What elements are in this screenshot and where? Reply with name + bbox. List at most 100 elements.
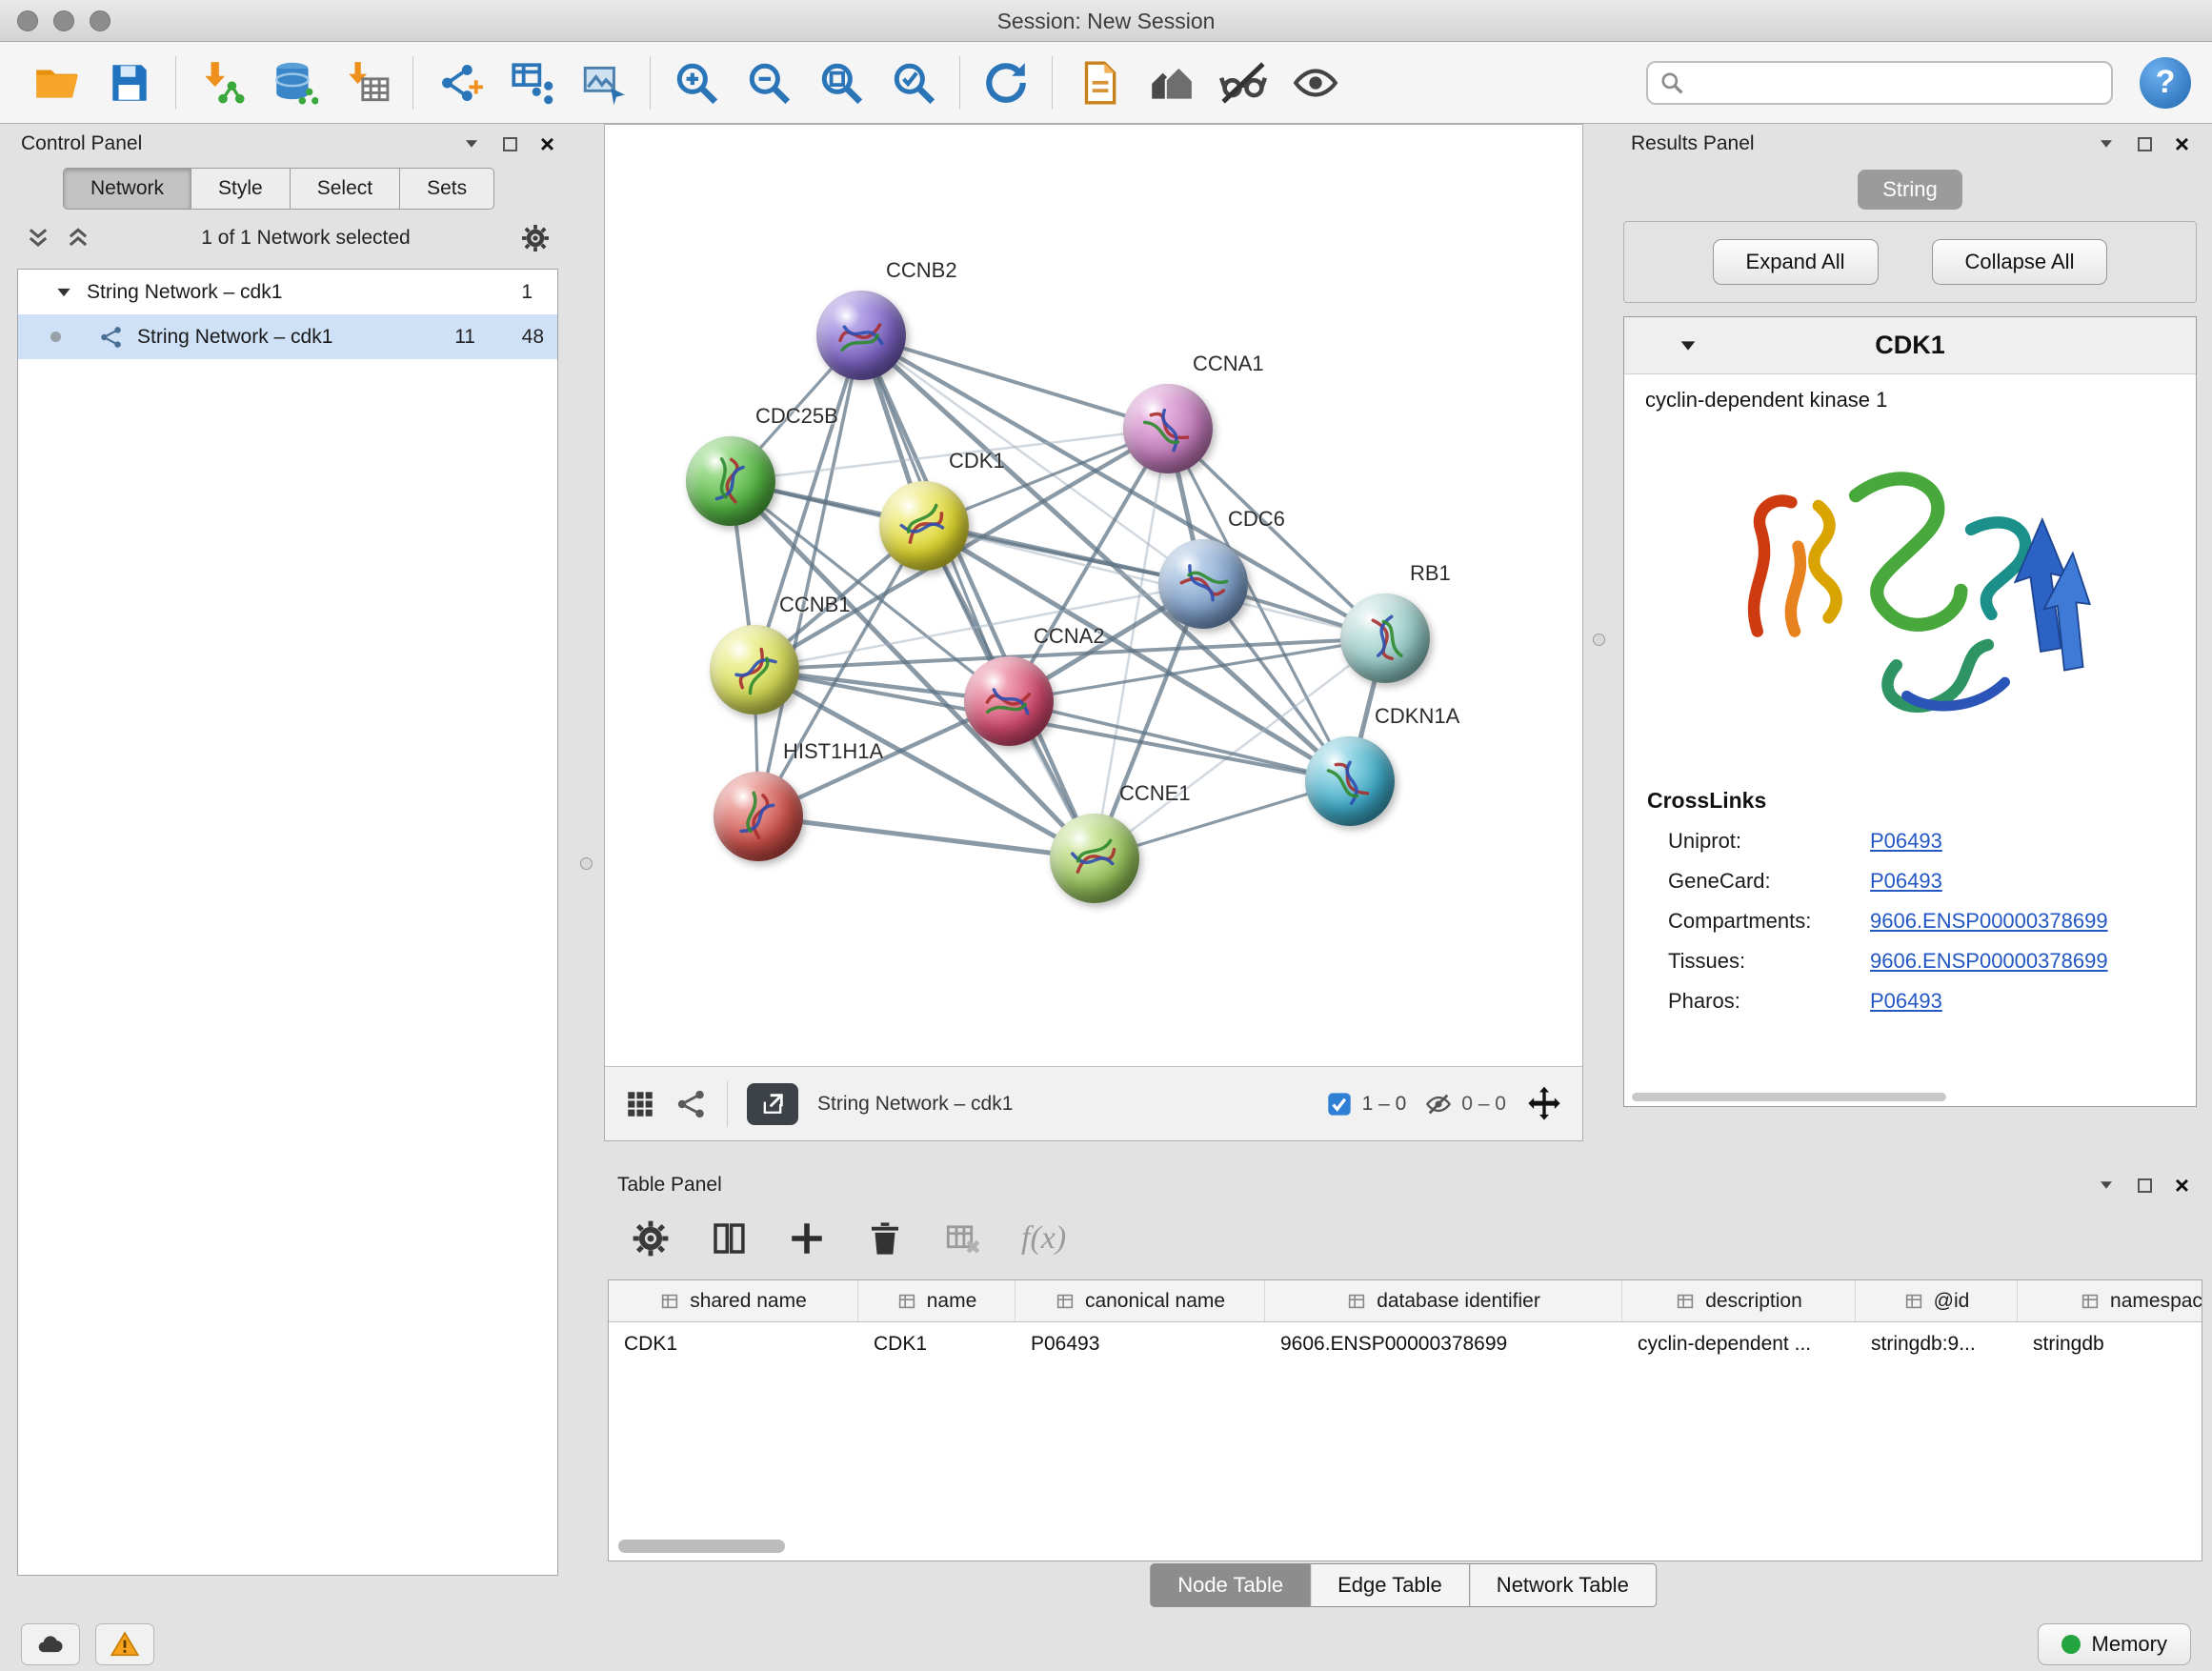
network-edge[interactable]	[924, 526, 1385, 638]
copy-style-button[interactable]	[1062, 50, 1135, 115]
cloud-status-button[interactable]	[21, 1623, 80, 1665]
panel-menu-icon[interactable]	[2098, 1177, 2115, 1194]
column-header-database-identifier[interactable]: database identifier	[1265, 1280, 1622, 1321]
zoom-window-button[interactable]	[90, 10, 111, 31]
network-edge[interactable]	[758, 816, 1095, 858]
crosslink-link[interactable]: 9606.ENSP00000378699	[1870, 909, 2108, 934]
column-header-name[interactable]: name	[858, 1280, 1016, 1321]
tab-node-table[interactable]: Node Table	[1150, 1563, 1311, 1607]
tab-network[interactable]: Network	[64, 169, 191, 209]
network-node-cdk1[interactable]	[879, 481, 969, 571]
hidden-eye-icon[interactable]	[1425, 1091, 1452, 1117]
network-node-hist1h1a[interactable]	[714, 772, 803, 861]
zoom-fit-button[interactable]	[805, 50, 877, 115]
collapse-all-networks-button[interactable]	[25, 225, 51, 252]
tab-string[interactable]: String	[1858, 170, 1961, 210]
birdseye-view-icon[interactable]	[624, 1088, 656, 1120]
column-header-canonical-name[interactable]: canonical name	[1016, 1280, 1265, 1321]
new-view-button[interactable]	[568, 50, 640, 115]
protein-card-header[interactable]: CDK1	[1624, 317, 2196, 374]
tab-network-table[interactable]: Network Table	[1469, 1563, 1657, 1607]
close-panel-icon[interactable]: ×	[540, 131, 554, 156]
expand-all-button[interactable]: Expand All	[1713, 239, 1879, 285]
export-view-button[interactable]	[747, 1083, 798, 1125]
memory-button[interactable]: Memory	[2038, 1623, 2191, 1665]
hidden-counts-group: 0 – 0	[1425, 1091, 1506, 1117]
search-input[interactable]	[1692, 71, 2100, 94]
results-scrollbar[interactable]	[1632, 1093, 1946, 1101]
tab-style[interactable]: Style	[191, 169, 291, 209]
column-header-description[interactable]: description	[1622, 1280, 1856, 1321]
open-session-button[interactable]	[21, 50, 93, 115]
float-panel-icon[interactable]	[2138, 1178, 2152, 1193]
import-table-button[interactable]	[331, 50, 403, 115]
new-network-button[interactable]	[423, 50, 495, 115]
show-elements-button[interactable]	[1279, 50, 1352, 115]
hide-elements-button[interactable]	[1207, 50, 1279, 115]
network-node-rb1[interactable]	[1340, 594, 1430, 683]
network-node-ccna1[interactable]	[1123, 384, 1213, 473]
minimize-window-button[interactable]	[53, 10, 74, 31]
network-node-cdc25b[interactable]	[686, 436, 775, 526]
network-list-toolbar: 1 of 1 Network selected	[8, 211, 568, 265]
crosslink-link[interactable]: P06493	[1870, 989, 1942, 1014]
network-node-ccne1[interactable]	[1050, 814, 1139, 903]
column-header-namespac[interactable]: namespac	[2018, 1280, 2202, 1321]
panel-splitter-handle[interactable]	[1593, 634, 1605, 646]
delete-column-icon[interactable]	[865, 1218, 905, 1258]
table-row[interactable]: CDK1CDK1P064939606.ENSP00000378699cyclin…	[609, 1322, 2202, 1366]
selected-checkbox-icon[interactable]	[1326, 1091, 1353, 1117]
panel-menu-icon[interactable]	[2098, 135, 2115, 152]
panel-splitter-handle[interactable]	[580, 857, 593, 870]
crosslink-link[interactable]: P06493	[1870, 829, 1942, 854]
close-panel-icon[interactable]: ×	[2175, 131, 2189, 156]
network-node-ccna2[interactable]	[964, 656, 1054, 746]
close-panel-icon[interactable]: ×	[2175, 1173, 2189, 1198]
network-options-gear-icon[interactable]	[520, 223, 551, 253]
collapse-card-icon[interactable]	[1678, 335, 1699, 356]
network-collection-row[interactable]: String Network – cdk1 1	[18, 270, 557, 314]
zoom-in-button[interactable]	[660, 50, 733, 115]
network-node-ccnb2[interactable]	[816, 291, 906, 380]
tab-sets[interactable]: Sets	[400, 169, 493, 209]
zoom-out-button[interactable]	[733, 50, 805, 115]
warnings-button[interactable]	[95, 1623, 154, 1665]
network-edge[interactable]	[861, 335, 1168, 429]
help-button[interactable]: ?	[2140, 57, 2191, 109]
panel-menu-icon[interactable]	[463, 135, 480, 152]
column-header-shared-name[interactable]: shared name	[609, 1280, 858, 1321]
table-settings-gear-icon[interactable]	[631, 1218, 671, 1258]
close-window-button[interactable]	[17, 10, 38, 31]
network-node-cdc6[interactable]	[1158, 539, 1248, 629]
import-network-database-button[interactable]	[258, 50, 331, 115]
network-canvas[interactable]: CCNB2CCNA1CDC25BCDK1CDC6RB1CCNB1CCNA2CDK…	[605, 125, 1582, 1066]
crosslink-link[interactable]: P06493	[1870, 869, 1942, 894]
expand-all-networks-button[interactable]	[65, 225, 91, 252]
column-header-@id[interactable]: @id	[1856, 1280, 2018, 1321]
float-panel-icon[interactable]	[2138, 137, 2152, 151]
collapse-all-button[interactable]: Collapse All	[1932, 239, 2108, 285]
network-share-icon[interactable]	[675, 1088, 708, 1120]
add-column-icon[interactable]	[787, 1218, 827, 1258]
save-session-button[interactable]	[93, 50, 166, 115]
float-panel-icon[interactable]	[503, 137, 517, 151]
protein-thumbnail	[692, 442, 769, 519]
network-node-cdkn1a[interactable]	[1305, 736, 1395, 826]
import-network-file-button[interactable]	[186, 50, 258, 115]
clone-network-button[interactable]	[495, 50, 568, 115]
apply-layout-button[interactable]	[970, 50, 1042, 115]
network-edge[interactable]	[861, 335, 1095, 858]
network-row-selected[interactable]: String Network – cdk1 11 48	[18, 314, 557, 359]
home-button[interactable]	[1135, 50, 1207, 115]
status-bar: Memory	[0, 1618, 2212, 1671]
tab-select[interactable]: Select	[291, 169, 400, 209]
collection-disclosure-icon[interactable]	[54, 283, 73, 302]
table-horizontal-scrollbar[interactable]	[618, 1540, 785, 1553]
pan-move-icon[interactable]	[1525, 1085, 1563, 1123]
crosslink-link[interactable]: 9606.ENSP00000378699	[1870, 949, 2108, 974]
network-node-ccnb1[interactable]	[710, 625, 799, 715]
tab-edge-table[interactable]: Edge Table	[1310, 1563, 1470, 1607]
show-columns-icon[interactable]	[709, 1218, 749, 1258]
network-edge[interactable]	[754, 335, 861, 670]
zoom-selected-button[interactable]	[877, 50, 950, 115]
